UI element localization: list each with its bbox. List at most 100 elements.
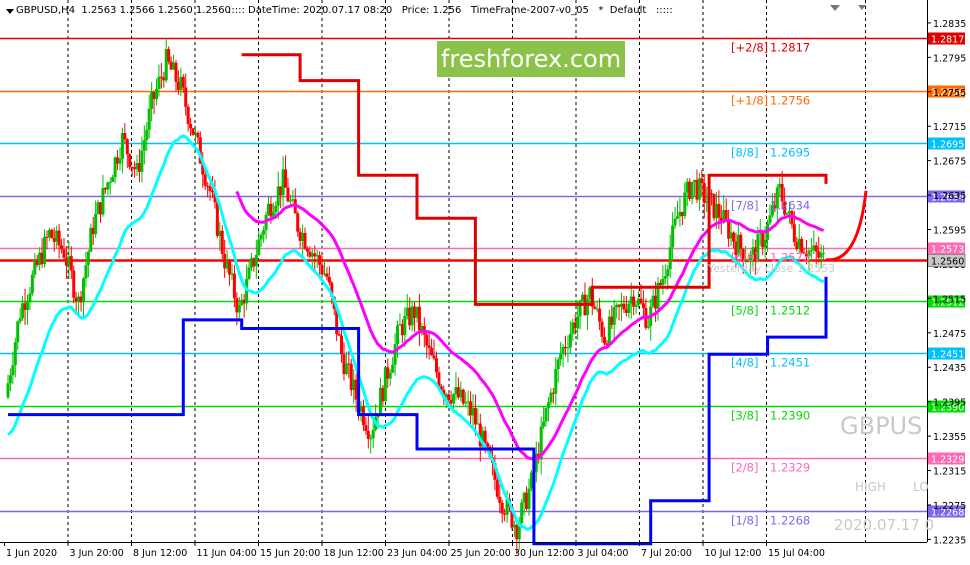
candle-body bbox=[452, 394, 456, 404]
candle-body bbox=[792, 224, 796, 243]
murrey-level-value: 1.2756 bbox=[770, 94, 810, 108]
x-tick-label: 25 Jun 20:00 bbox=[451, 548, 511, 559]
candle-body bbox=[72, 270, 76, 298]
candle-body bbox=[228, 260, 232, 275]
y-tick-label: 1.2315 bbox=[933, 467, 966, 478]
candle-body bbox=[13, 342, 17, 366]
candle-body bbox=[25, 301, 29, 310]
watermark-yesterday-close: Yesterday close 1.2553 bbox=[708, 262, 836, 275]
watermark-low: LO bbox=[913, 480, 929, 494]
candle-body bbox=[430, 347, 434, 356]
candle-body bbox=[578, 300, 582, 317]
candle-body bbox=[157, 76, 161, 89]
y-tick-label: 1.2835 bbox=[933, 19, 966, 30]
candle-body bbox=[731, 232, 735, 242]
candle-body bbox=[556, 359, 560, 370]
candle-body bbox=[527, 488, 531, 509]
candle-body bbox=[498, 496, 502, 503]
brand-banner[interactable]: freshforex.com bbox=[437, 41, 625, 77]
candle-body bbox=[203, 174, 207, 186]
candle-body bbox=[483, 430, 487, 444]
candle-body bbox=[57, 230, 61, 246]
murrey-level-value: 1.2451 bbox=[770, 356, 810, 370]
symbol-info: GBPUSD,H4 1.2563 1.2566 1.2560 1.2560 bbox=[16, 5, 231, 16]
candle-body bbox=[327, 276, 331, 283]
candle-body bbox=[284, 169, 288, 188]
candle-body bbox=[69, 256, 73, 271]
candle-body bbox=[184, 87, 188, 107]
y-tick-label: 1.2515 bbox=[933, 294, 966, 305]
candle-body bbox=[62, 249, 66, 258]
candle-body bbox=[627, 303, 631, 313]
candle-body bbox=[585, 299, 589, 316]
candle-body bbox=[320, 264, 324, 275]
murrey-level-value: 1.2390 bbox=[770, 409, 810, 423]
watermark-date: 2020.07.17 0 bbox=[834, 516, 935, 534]
murrey-level-value: 1.2695 bbox=[770, 146, 810, 160]
candle-body bbox=[724, 210, 728, 219]
candle-body bbox=[142, 140, 146, 151]
murrey-level-tag: [2/8] bbox=[731, 461, 758, 475]
candle-body bbox=[215, 202, 219, 236]
x-tick-label: 3 Jul 04:00 bbox=[578, 548, 629, 559]
candle-body bbox=[247, 267, 251, 279]
y-tick-label: 1.2275 bbox=[933, 501, 966, 512]
candle-body bbox=[549, 392, 553, 403]
candle-body bbox=[318, 255, 322, 265]
murrey-level-tag: [+2/8] bbox=[731, 41, 768, 55]
candle-body bbox=[634, 304, 638, 307]
candle-body bbox=[11, 365, 15, 376]
candle-body bbox=[500, 502, 504, 514]
candle-body bbox=[671, 225, 675, 248]
candle-body bbox=[147, 108, 151, 130]
candle-body bbox=[559, 354, 563, 360]
collapse-triangle-icon[interactable] bbox=[6, 9, 14, 14]
candle-body bbox=[666, 269, 670, 277]
candle-body bbox=[8, 375, 12, 384]
candle-body bbox=[257, 239, 261, 255]
candle-body bbox=[254, 254, 258, 267]
candle-body bbox=[473, 408, 477, 425]
candle-body bbox=[84, 265, 88, 279]
candle-body bbox=[593, 306, 597, 309]
candle-body bbox=[303, 232, 307, 249]
price-label-text: 1.2451 bbox=[931, 350, 964, 361]
candle-body bbox=[785, 212, 789, 215]
candle-body bbox=[568, 333, 572, 348]
x-tick-label: 15 Jun 20:00 bbox=[260, 548, 320, 559]
time-axis: 1 Jun 2020 3 Jun 20:00 8 Jun 12:00 11 Jun 0… bbox=[4, 542, 825, 559]
candle-body bbox=[663, 276, 667, 279]
murrey-level-value: 1.2634 bbox=[770, 199, 810, 213]
x-tick-label: 7 Jul 20:00 bbox=[641, 548, 692, 559]
price-label-text: 1.2573 bbox=[931, 245, 964, 256]
candle-body bbox=[155, 88, 159, 100]
candle-body bbox=[208, 186, 212, 191]
candle-body bbox=[668, 247, 672, 270]
price-axis: 1.28171.27561.26951.26341.25731.25121.24… bbox=[927, 19, 966, 546]
candle-body bbox=[739, 234, 743, 250]
murrey-level-tag: [+1/8] bbox=[731, 94, 768, 108]
candle-body bbox=[286, 187, 290, 202]
candle-body bbox=[196, 132, 200, 138]
y-tick-label: 1.2395 bbox=[933, 398, 966, 409]
y-tick-label: 1.2355 bbox=[933, 432, 966, 443]
candle-body bbox=[464, 402, 468, 404]
price-chart[interactable]: [+2/8] 1.2817[+1/8] 1.2756[8/8] 1.2695[7/8]… bbox=[0, 0, 970, 565]
candle-body bbox=[186, 106, 190, 125]
candle-body bbox=[60, 245, 64, 250]
price-label-text: 1.2817 bbox=[931, 35, 964, 46]
candle-body bbox=[388, 372, 392, 379]
candle-body bbox=[364, 425, 368, 431]
murrey-level-value: 1.2512 bbox=[770, 304, 810, 318]
candle-body bbox=[396, 325, 400, 345]
x-tick-label: 23 Jun 04:00 bbox=[387, 548, 447, 559]
candle-body bbox=[520, 502, 524, 524]
candle-body bbox=[344, 363, 348, 374]
candle-body bbox=[366, 430, 370, 439]
y-tick-label: 1.2715 bbox=[933, 122, 966, 133]
candle-body bbox=[220, 230, 224, 254]
candle-body bbox=[768, 215, 772, 224]
watermark-high: HIGH bbox=[855, 480, 886, 494]
candle-body bbox=[94, 213, 98, 235]
candle-body bbox=[600, 321, 604, 337]
